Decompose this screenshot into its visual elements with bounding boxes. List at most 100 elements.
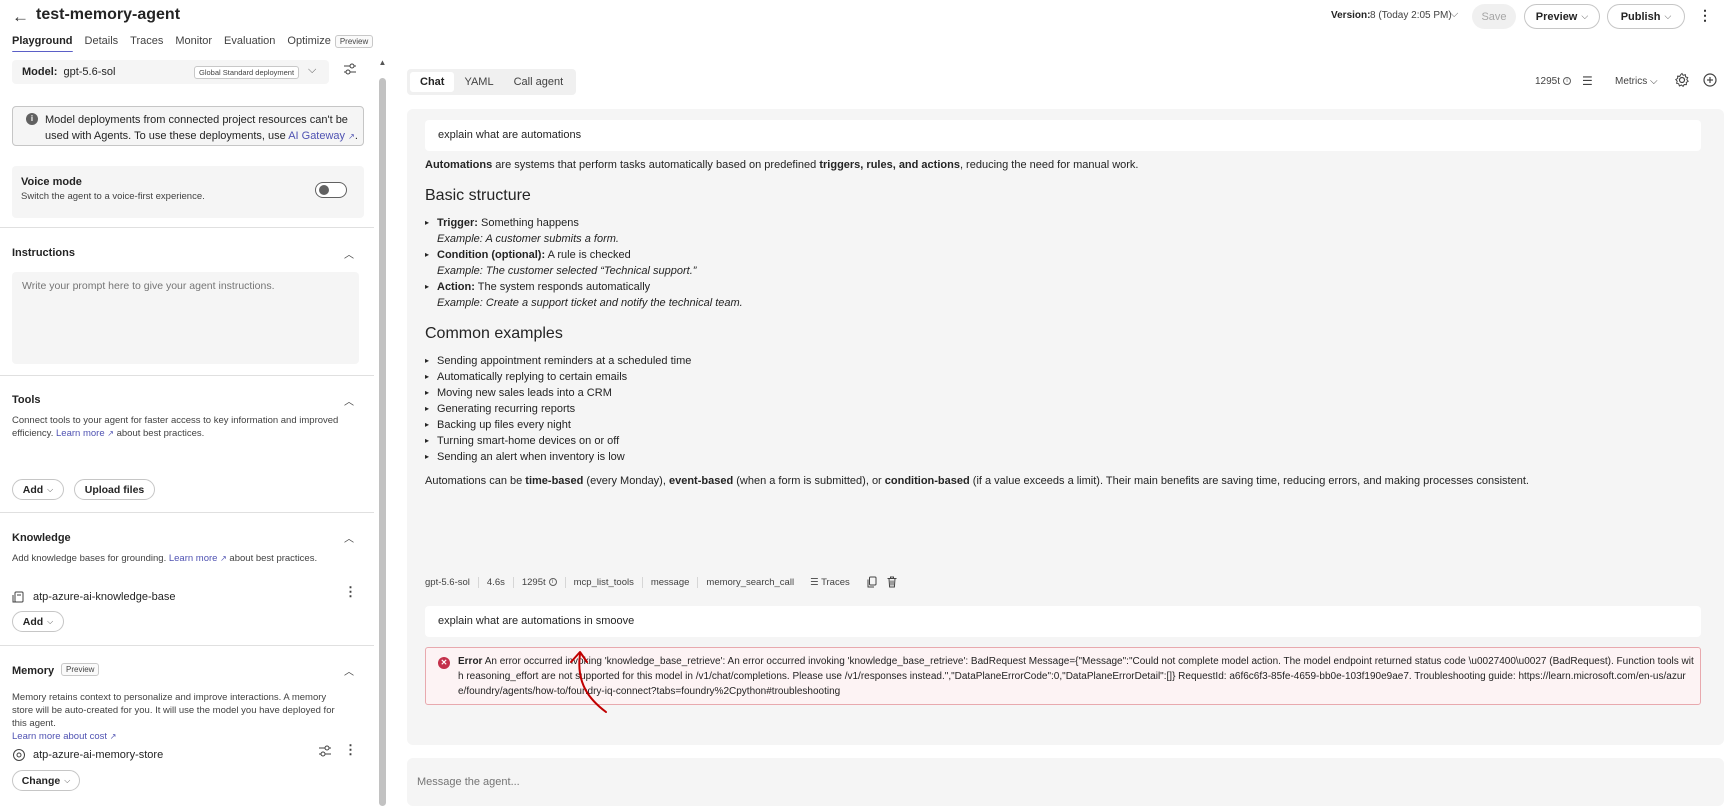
tab-yaml[interactable]: YAML	[454, 72, 503, 92]
knowledge-learn-more-link[interactable]: Learn more	[169, 553, 218, 564]
instructions-title: Instructions	[12, 247, 75, 259]
tab-details[interactable]: Details	[85, 35, 119, 53]
voice-mode-card: Voice mode Switch the agent to a voice-f…	[12, 166, 364, 218]
model-selector[interactable]: Model: gpt-5.6-sol Global Standard deplo…	[12, 60, 329, 84]
list-item: Sending appointment reminders at a sched…	[425, 353, 1705, 369]
annotation-arrow-icon	[570, 651, 607, 713]
tab-optimize[interactable]: Optimize	[287, 35, 330, 53]
tab-evaluation[interactable]: Evaluation	[224, 35, 275, 53]
chevron-down-icon: ⌵	[64, 775, 71, 785]
error-label: Error	[458, 656, 483, 667]
divider	[0, 227, 374, 228]
item-example: Example: A customer submits a form.	[437, 233, 619, 245]
voice-mode-toggle[interactable]	[315, 182, 347, 198]
top-bar: ← test-memory-agent Playground Details T…	[0, 0, 1724, 53]
metrics-dropdown[interactable]: Metrics ⌵	[1615, 76, 1658, 87]
knowledge-base-icon	[12, 591, 24, 603]
agent-title: test-memory-agent	[36, 6, 181, 23]
preview-button[interactable]: Preview ⌵	[1524, 4, 1600, 29]
new-chat-icon[interactable]	[1702, 72, 1718, 88]
answer-bold: Automations	[425, 159, 493, 171]
preview-label: Preview	[1535, 10, 1578, 23]
info-message: i Model deployments from connected proje…	[12, 106, 364, 146]
change-memory-button[interactable]: Change ⌵	[12, 770, 80, 791]
list-item: Backing up files every night	[425, 417, 1705, 433]
memory-preview-badge: Preview	[61, 663, 100, 676]
knowledge-more-icon[interactable]: ⋮	[344, 584, 357, 600]
info-text: Model deployments from connected project…	[45, 112, 361, 145]
message-input[interactable]	[407, 758, 1724, 806]
toggle-knob	[319, 185, 329, 195]
memory-store-item: atp-azure-ai-memory-store	[12, 746, 362, 764]
chevron-up-icon[interactable]: ︿	[344, 663, 354, 678]
model-settings-icon[interactable]	[343, 62, 357, 76]
delete-icon[interactable]	[886, 576, 898, 588]
copy-icon[interactable]	[866, 576, 878, 588]
meta-tool[interactable]: message	[643, 576, 699, 588]
chevron-down-icon[interactable]: ⌵	[1450, 8, 1458, 21]
meta-tool[interactable]: mcp_list_tools	[566, 576, 643, 588]
memory-description: Memory retains context to personalize an…	[12, 691, 342, 743]
save-button[interactable]: Save	[1472, 4, 1516, 29]
item-label: Trigger:	[437, 217, 478, 229]
token-count: 1295t i	[1535, 76, 1572, 87]
list-item: Action: The system responds automaticall…	[425, 279, 1705, 311]
info-icon[interactable]: i	[548, 577, 557, 586]
tab-chat[interactable]: Chat	[410, 72, 455, 92]
version-label: Version:	[1331, 10, 1371, 21]
tab-playground[interactable]: Playground	[12, 35, 73, 53]
publish-button[interactable]: Publish ⌵	[1607, 4, 1685, 29]
publish-label: Publish	[1620, 10, 1661, 23]
voice-mode-title: Voice mode	[21, 176, 82, 188]
memory-more-icon[interactable]: ⋮	[344, 742, 357, 758]
list-item: Moving new sales leads into a CRM	[425, 385, 1705, 401]
error-detail: An error occurred invoking 'knowledge_ba…	[458, 656, 1694, 697]
list-item: Condition (optional): A rule is checked E…	[425, 247, 1705, 279]
left-panel-scrollbar[interactable]: ▲	[378, 56, 387, 806]
add-knowledge-label: Add	[22, 615, 44, 628]
knowledge-base-name: atp-azure-ai-knowledge-base	[33, 591, 176, 603]
upload-files-button[interactable]: Upload files	[74, 479, 155, 500]
add-tool-button[interactable]: Add ⌵	[12, 479, 64, 500]
memory-title: Memory	[12, 665, 55, 677]
external-link-icon: ↗	[109, 732, 117, 741]
list-icon[interactable]: ☰	[1582, 74, 1593, 88]
chevron-up-icon[interactable]: ︿	[344, 246, 354, 261]
model-value: gpt-5.6-sol	[63, 66, 116, 78]
list-icon: ☰	[810, 576, 819, 588]
scroll-thumb[interactable]	[379, 78, 386, 806]
memory-learn-more-link[interactable]: Learn more about cost	[12, 731, 107, 742]
back-arrow-icon[interactable]: ←	[12, 8, 32, 26]
external-link-icon: ↗	[220, 554, 227, 563]
optimize-preview-badge: Preview	[334, 34, 374, 48]
instructions-input[interactable]	[12, 272, 359, 364]
info-icon[interactable]: i	[1563, 77, 1572, 86]
external-link-icon: ↗	[348, 132, 355, 141]
more-options-icon[interactable]: ⋮	[1698, 7, 1712, 24]
traces-link[interactable]: ☰ Traces	[802, 577, 858, 588]
chevron-up-icon[interactable]: ︿	[344, 530, 354, 545]
memory-store-name: atp-azure-ai-memory-store	[33, 749, 164, 761]
chevron-up-icon[interactable]: ︿	[344, 393, 354, 408]
model-label: Model:	[22, 66, 58, 78]
assistant-message: Automations are systems that perform tas…	[425, 157, 1705, 489]
answer-text: (when a form is submitted), or	[733, 475, 885, 487]
tab-traces[interactable]: Traces	[130, 35, 163, 53]
chevron-down-icon: ⌵	[1664, 11, 1672, 21]
divider	[0, 375, 374, 376]
meta-tool[interactable]: memory_search_call	[698, 577, 802, 588]
ai-gateway-link[interactable]: AI Gateway	[288, 130, 345, 142]
list-item: Sending an alert when inventory is low	[425, 449, 1705, 465]
tab-call-agent[interactable]: Call agent	[504, 72, 574, 92]
answer-bold: condition-based	[884, 475, 970, 487]
version-selector[interactable]: 8 (Today 2:05 PM)	[1370, 10, 1452, 21]
item-text: A rule is checked	[545, 249, 631, 261]
add-knowledge-button[interactable]: Add ⌵	[12, 611, 64, 632]
item-example: Example: Create a support ticket and not…	[437, 297, 743, 309]
agent-tabs: Playground Details Traces Monitor Evalua…	[12, 34, 374, 53]
scroll-up-icon[interactable]: ▲	[378, 58, 387, 67]
gear-icon[interactable]	[1674, 72, 1690, 88]
memory-settings-icon[interactable]	[318, 744, 332, 758]
tab-monitor[interactable]: Monitor	[175, 35, 212, 53]
tools-learn-more-link[interactable]: Learn more	[56, 428, 105, 439]
